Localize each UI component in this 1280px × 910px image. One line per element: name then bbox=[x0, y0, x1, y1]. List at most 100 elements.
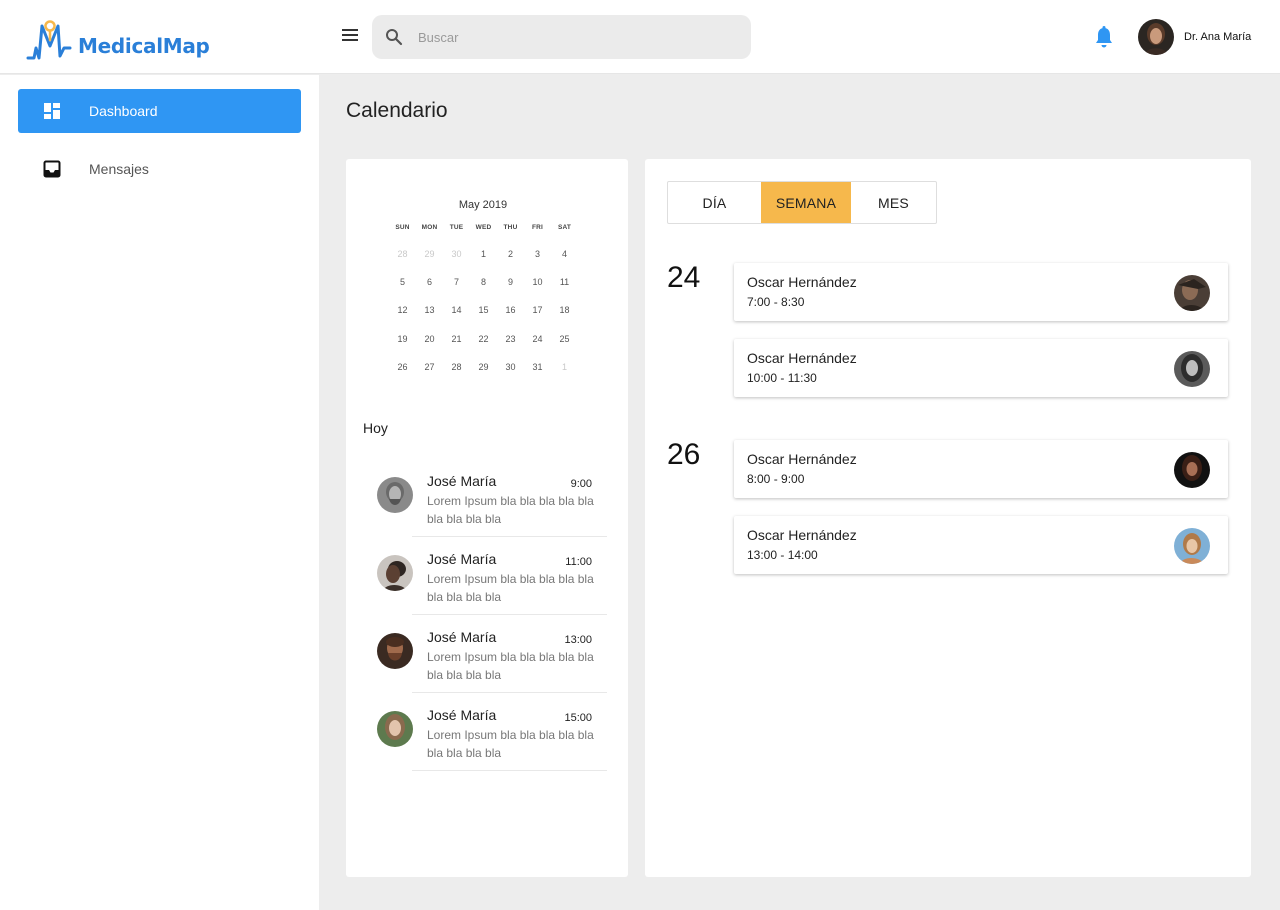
tab-dia[interactable]: DÍA bbox=[668, 182, 761, 223]
medicalmap-logo-icon bbox=[26, 20, 72, 60]
calendar-day[interactable]: 5 bbox=[389, 275, 416, 303]
calendar-week: 19 20 21 22 23 24 25 bbox=[389, 332, 578, 360]
avatar bbox=[377, 711, 413, 747]
notifications-bell-icon[interactable] bbox=[1093, 25, 1115, 49]
calendar-day[interactable]: 4 bbox=[551, 247, 578, 275]
calendar-day[interactable]: 26 bbox=[389, 360, 416, 388]
calendar-month-label: May 2019 bbox=[458, 199, 508, 211]
calendar-day[interactable]: 20 bbox=[416, 332, 443, 360]
appointment-time: 7:00 - 8:30 bbox=[747, 295, 805, 309]
message-sender: José María bbox=[427, 551, 497, 567]
message-time: 9:00 bbox=[570, 478, 592, 490]
appointment-time: 8:00 - 9:00 bbox=[747, 472, 805, 486]
calendar-day[interactable]: 29 bbox=[470, 360, 497, 388]
calendar-day[interactable]: 3 bbox=[524, 247, 551, 275]
sidebar-item-dashboard[interactable]: Dashboard bbox=[18, 89, 301, 133]
calendar-day[interactable]: 22 bbox=[470, 332, 497, 360]
weekday-label: TUE bbox=[449, 224, 464, 231]
calendar-day[interactable]: 24 bbox=[524, 332, 551, 360]
message-preview: Lorem Ipsum bla bla bla bla bla bla bla … bbox=[427, 572, 594, 604]
appointment-card[interactable]: Oscar Hernández 13:00 - 14:00 bbox=[734, 516, 1228, 574]
list-item[interactable]: José María 13:00 Lorem Ipsum bla bla bla… bbox=[377, 615, 607, 693]
view-tabs: DÍA SEMANA MES bbox=[667, 181, 937, 224]
search-input[interactable] bbox=[418, 29, 718, 45]
calendar-day[interactable]: 14 bbox=[443, 303, 470, 331]
calendar-day[interactable]: 28 bbox=[443, 360, 470, 388]
user-profile[interactable]: Dr. Ana María bbox=[1138, 19, 1251, 55]
brand-name: MedicalMap bbox=[78, 34, 210, 58]
message-preview: Lorem Ipsum bla bla bla bla bla bla bla … bbox=[427, 494, 594, 526]
day-number: 26 bbox=[667, 438, 701, 471]
search-icon bbox=[372, 15, 416, 59]
app-logo[interactable]: MedicalMap bbox=[26, 18, 210, 60]
message-preview: Lorem Ipsum bla bla bla bla bla bla bla … bbox=[427, 728, 594, 760]
divider bbox=[412, 770, 607, 771]
calendar-day[interactable]: 19 bbox=[389, 332, 416, 360]
patient-name: Oscar Hernández bbox=[747, 451, 857, 467]
list-item[interactable]: José María 15:00 Lorem Ipsum bla bla bla… bbox=[377, 693, 607, 771]
list-item[interactable]: José María 11:00 Lorem Ipsum bla bla bla… bbox=[377, 537, 607, 615]
calendar-day[interactable]: 27 bbox=[416, 360, 443, 388]
weekday-label: FRI bbox=[531, 224, 544, 231]
today-heading: Hoy bbox=[363, 420, 388, 436]
calendar-day[interactable]: 17 bbox=[524, 303, 551, 331]
sidebar-item-mensajes[interactable]: Mensajes bbox=[18, 147, 301, 191]
calendar-day[interactable]: 7 bbox=[443, 275, 470, 303]
calendar-day[interactable]: 25 bbox=[551, 332, 578, 360]
sidebar: Dashboard Mensajes bbox=[0, 75, 319, 910]
avatar bbox=[1174, 528, 1210, 564]
calendar-day[interactable]: 30 bbox=[497, 360, 524, 388]
calendar-day[interactable]: 18 bbox=[551, 303, 578, 331]
calendar-day[interactable]: 11 bbox=[551, 275, 578, 303]
tab-semana[interactable]: SEMANA bbox=[761, 182, 851, 223]
page-title: Calendario bbox=[346, 99, 448, 122]
message-time: 11:00 bbox=[565, 556, 592, 568]
avatar bbox=[1174, 275, 1210, 311]
calendar-day[interactable]: 31 bbox=[524, 360, 551, 388]
weekday-label: WED bbox=[475, 224, 492, 231]
calendar-day[interactable]: 16 bbox=[497, 303, 524, 331]
appointment-card[interactable]: Oscar Hernández 10:00 - 11:30 bbox=[734, 339, 1228, 397]
mini-calendar: SUN MON TUE WED THU FRI SAT 28 29 30 1 2… bbox=[389, 221, 578, 388]
hamburger-menu-icon[interactable] bbox=[340, 27, 360, 47]
calendar-panel: May 2019 SUN MON TUE WED THU FRI SAT 28 … bbox=[346, 159, 628, 877]
avatar bbox=[377, 477, 413, 513]
message-time: 13:00 bbox=[564, 634, 592, 646]
patient-name: Oscar Hernández bbox=[747, 350, 857, 366]
calendar-day[interactable]: 23 bbox=[497, 332, 524, 360]
calendar-day[interactable]: 6 bbox=[416, 275, 443, 303]
search-bar[interactable] bbox=[372, 15, 751, 59]
calendar-day[interactable]: 9 bbox=[497, 275, 524, 303]
calendar-week: 28 29 30 1 2 3 4 bbox=[389, 247, 578, 275]
patient-name: Oscar Hernández bbox=[747, 274, 857, 290]
calendar-day[interactable]: 15 bbox=[470, 303, 497, 331]
weekday-label: SUN bbox=[395, 224, 410, 231]
calendar-day[interactable]: 8 bbox=[470, 275, 497, 303]
appointment-card[interactable]: Oscar Hernández 8:00 - 9:00 bbox=[734, 440, 1228, 498]
calendar-day[interactable]: 13 bbox=[416, 303, 443, 331]
inbox-icon bbox=[43, 160, 61, 178]
top-bar: MedicalMap Dr. Ana María bbox=[0, 0, 1280, 74]
appointment-card[interactable]: Oscar Hernández 7:00 - 8:30 bbox=[734, 263, 1228, 321]
calendar-week: 12 13 14 15 16 17 18 bbox=[389, 303, 578, 331]
message-sender: José María bbox=[427, 473, 497, 489]
dashboard-icon bbox=[44, 103, 60, 119]
avatar bbox=[377, 633, 413, 669]
calendar-week: 26 27 28 29 30 31 1 bbox=[389, 360, 578, 388]
sidebar-item-label: Mensajes bbox=[89, 161, 149, 177]
calendar-day[interactable]: 29 bbox=[416, 247, 443, 275]
avatar bbox=[1174, 351, 1210, 387]
message-sender: José María bbox=[427, 707, 497, 723]
calendar-day[interactable]: 21 bbox=[443, 332, 470, 360]
calendar-day[interactable]: 30 bbox=[443, 247, 470, 275]
weekday-label: MON bbox=[421, 224, 438, 231]
list-item[interactable]: José María 9:00 Lorem Ipsum bla bla bla … bbox=[377, 459, 607, 537]
calendar-day[interactable]: 10 bbox=[524, 275, 551, 303]
calendar-day[interactable]: 28 bbox=[389, 247, 416, 275]
calendar-day[interactable]: 2 bbox=[497, 247, 524, 275]
calendar-day[interactable]: 1 bbox=[551, 360, 578, 388]
calendar-day[interactable]: 12 bbox=[389, 303, 416, 331]
patient-name: Oscar Hernández bbox=[747, 527, 857, 543]
calendar-day[interactable]: 1 bbox=[470, 247, 497, 275]
tab-mes[interactable]: MES bbox=[851, 182, 936, 223]
